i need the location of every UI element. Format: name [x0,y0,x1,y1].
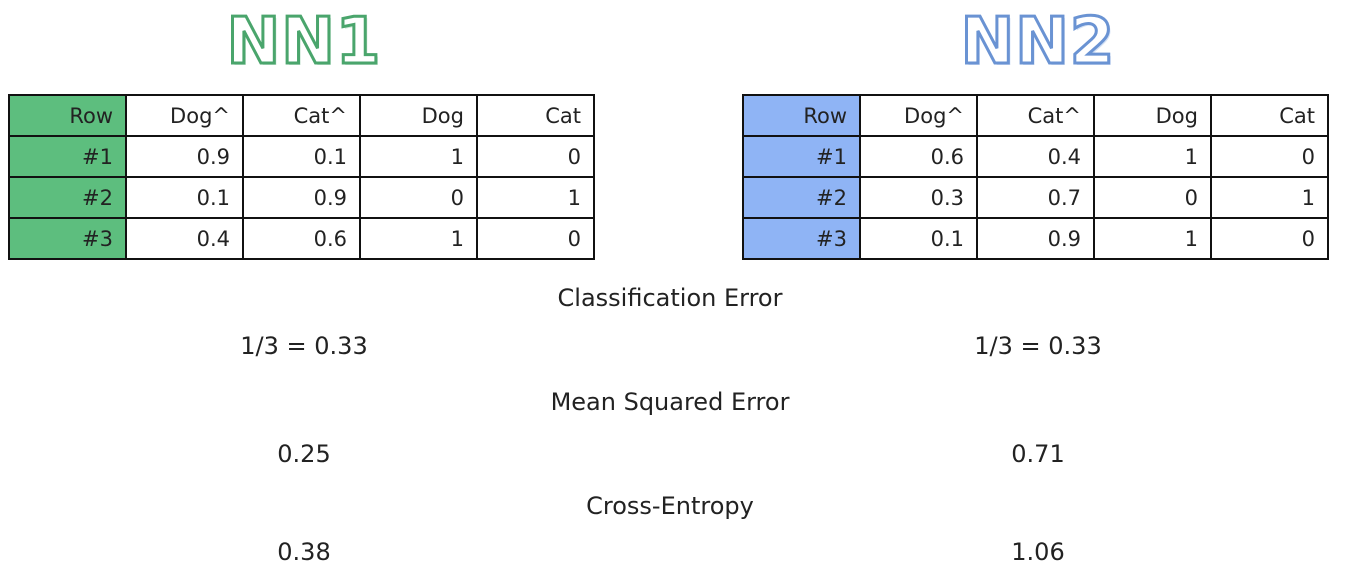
table-cell: 0 [476,135,595,178]
table-cell: 0.4 [125,217,244,260]
nn2-classification-error-value: 1/3 = 0.33 [974,332,1102,360]
nn2-mse-value: 0.71 [1011,440,1065,468]
table-cell: 0.1 [125,176,244,219]
table-cell: 0.1 [242,135,361,178]
table-cell: 0.9 [242,176,361,219]
table-row: #2 0.1 0.9 0 1 [8,176,595,219]
row-label: #2 [742,176,861,219]
row-label: #3 [742,217,861,260]
nn1-header-dog-pred: Dog^ [125,94,244,137]
mse-title: Mean Squared Error [550,388,790,416]
nn1-header-cat-pred: Cat^ [242,94,361,137]
table-cell: 1 [1093,217,1212,260]
table-cell: 0 [476,217,595,260]
nn1-cross-entropy-value: 0.38 [277,538,331,566]
row-label: #1 [8,135,127,178]
row-label: #3 [8,217,127,260]
table-cell: 0.3 [859,176,978,219]
nn1-header-row: Row Dog^ Cat^ Dog Cat [8,94,595,137]
table-cell: 0 [1093,176,1212,219]
table-cell: 0 [1210,135,1329,178]
nn1-classification-error-value: 1/3 = 0.33 [240,332,368,360]
nn2-header-cat-pred: Cat^ [976,94,1095,137]
row-label: #1 [742,135,861,178]
nn2-header-dog: Dog [1093,94,1212,137]
table-cell: 1 [1210,176,1329,219]
table-cell: 0 [359,176,478,219]
table-cell: 0.1 [859,217,978,260]
table-cell: 0.6 [859,135,978,178]
nn2-header-row: Row Dog^ Cat^ Dog Cat [742,94,1329,137]
nn1-title: NN1 [225,4,382,81]
nn1-header-cat: Cat [476,94,595,137]
table-cell: 0.6 [242,217,361,260]
cross-entropy-title: Cross-Entropy [586,492,754,520]
nn1-header-dog: Dog [359,94,478,137]
table-row: #2 0.3 0.7 0 1 [742,176,1329,219]
nn2-table: Row Dog^ Cat^ Dog Cat #1 0.6 0.4 1 0 #2 … [742,94,1329,260]
table-row: #3 0.4 0.6 1 0 [8,217,595,260]
nn1-table: Row Dog^ Cat^ Dog Cat #1 0.9 0.1 1 0 #2 … [8,94,595,260]
table-cell: 1 [476,176,595,219]
table-row: #1 0.6 0.4 1 0 [742,135,1329,178]
table-cell: 0.7 [976,176,1095,219]
table-row: #1 0.9 0.1 1 0 [8,135,595,178]
nn1-header-row-label: Row [8,94,127,137]
nn2-cross-entropy-value: 1.06 [1011,538,1065,566]
table-row: #3 0.1 0.9 1 0 [742,217,1329,260]
table-cell: 1 [1093,135,1212,178]
nn2-header-cat: Cat [1210,94,1329,137]
table-cell: 1 [359,217,478,260]
table-cell: 0.9 [976,217,1095,260]
table-cell: 0.4 [976,135,1095,178]
nn2-header-dog-pred: Dog^ [859,94,978,137]
table-cell: 1 [359,135,478,178]
classification-error-title: Classification Error [557,284,783,312]
nn1-mse-value: 0.25 [277,440,331,468]
table-cell: 0 [1210,217,1329,260]
row-label: #2 [8,176,127,219]
table-cell: 0.9 [125,135,244,178]
nn2-header-row-label: Row [742,94,861,137]
nn2-title: NN2 [959,4,1116,81]
